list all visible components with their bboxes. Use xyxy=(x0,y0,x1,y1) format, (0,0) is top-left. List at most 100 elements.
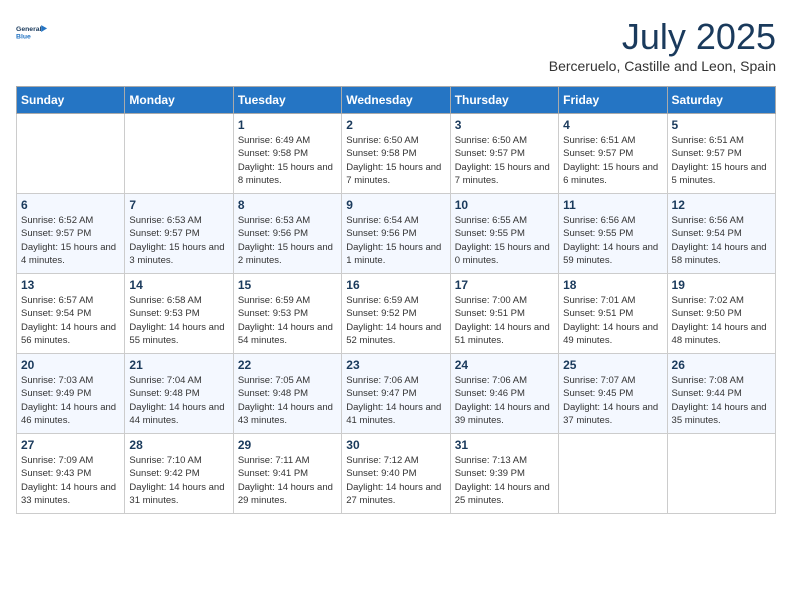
day-number: 30 xyxy=(346,438,445,452)
day-number: 20 xyxy=(21,358,120,372)
day-info: Sunrise: 7:06 AM Sunset: 9:46 PM Dayligh… xyxy=(455,374,554,427)
day-cell: 1 Sunrise: 6:49 AM Sunset: 9:58 PM Daylig… xyxy=(233,114,341,194)
day-info: Sunrise: 6:50 AM Sunset: 9:57 PM Dayligh… xyxy=(455,134,554,187)
day-number: 26 xyxy=(672,358,771,372)
day-number: 18 xyxy=(563,278,662,292)
day-cell: 26 Sunrise: 7:08 AM Sunset: 9:44 PM Dayli… xyxy=(667,354,775,434)
week-row-3: 13Sunrise: 6:57 AM Sunset: 9:54 PM Dayli… xyxy=(17,274,776,354)
day-cell: 30 Sunrise: 7:12 AM Sunset: 9:40 PM Dayli… xyxy=(342,434,450,514)
day-cell: 13Sunrise: 6:57 AM Sunset: 9:54 PM Dayli… xyxy=(17,274,125,354)
day-cell: 6Sunrise: 6:52 AM Sunset: 9:57 PM Daylig… xyxy=(17,194,125,274)
day-cell: 21 Sunrise: 7:04 AM Sunset: 9:48 PM Dayli… xyxy=(125,354,233,434)
day-info: Sunrise: 6:59 AM Sunset: 9:52 PM Dayligh… xyxy=(346,294,445,347)
day-cell: 22 Sunrise: 7:05 AM Sunset: 9:48 PM Dayli… xyxy=(233,354,341,434)
day-cell: 10 Sunrise: 6:55 AM Sunset: 9:55 PM Dayli… xyxy=(450,194,558,274)
day-info: Sunrise: 6:55 AM Sunset: 9:55 PM Dayligh… xyxy=(455,214,554,267)
day-info: Sunrise: 7:04 AM Sunset: 9:48 PM Dayligh… xyxy=(129,374,228,427)
day-info: Sunrise: 6:49 AM Sunset: 9:58 PM Dayligh… xyxy=(238,134,337,187)
col-header-thursday: Thursday xyxy=(450,87,558,114)
day-number: 8 xyxy=(238,198,337,212)
day-info: Sunrise: 7:08 AM Sunset: 9:44 PM Dayligh… xyxy=(672,374,771,427)
day-number: 3 xyxy=(455,118,554,132)
day-info: Sunrise: 6:50 AM Sunset: 9:58 PM Dayligh… xyxy=(346,134,445,187)
day-number: 17 xyxy=(455,278,554,292)
day-info: Sunrise: 7:00 AM Sunset: 9:51 PM Dayligh… xyxy=(455,294,554,347)
day-number: 25 xyxy=(563,358,662,372)
day-cell: 24 Sunrise: 7:06 AM Sunset: 9:46 PM Dayli… xyxy=(450,354,558,434)
day-number: 31 xyxy=(455,438,554,452)
day-info: Sunrise: 7:09 AM Sunset: 9:43 PM Dayligh… xyxy=(21,454,120,507)
day-info: Sunrise: 7:05 AM Sunset: 9:48 PM Dayligh… xyxy=(238,374,337,427)
day-cell: 27 Sunrise: 7:09 AM Sunset: 9:43 PM Dayli… xyxy=(17,434,125,514)
day-cell: 23 Sunrise: 7:06 AM Sunset: 9:47 PM Dayli… xyxy=(342,354,450,434)
day-number: 29 xyxy=(238,438,337,452)
week-row-4: 20 Sunrise: 7:03 AM Sunset: 9:49 PM Dayli… xyxy=(17,354,776,434)
day-number: 21 xyxy=(129,358,228,372)
day-info: Sunrise: 7:03 AM Sunset: 9:49 PM Dayligh… xyxy=(21,374,120,427)
day-cell: 2 Sunrise: 6:50 AM Sunset: 9:58 PM Daylig… xyxy=(342,114,450,194)
day-cell: 25 Sunrise: 7:07 AM Sunset: 9:45 PM Dayli… xyxy=(559,354,667,434)
week-row-5: 27 Sunrise: 7:09 AM Sunset: 9:43 PM Dayli… xyxy=(17,434,776,514)
week-row-1: 1 Sunrise: 6:49 AM Sunset: 9:58 PM Daylig… xyxy=(17,114,776,194)
day-number: 27 xyxy=(21,438,120,452)
day-number: 9 xyxy=(346,198,445,212)
day-cell: 28Sunrise: 7:10 AM Sunset: 9:42 PM Dayli… xyxy=(125,434,233,514)
logo: GeneralBlue xyxy=(16,16,48,48)
month-title: July 2025 xyxy=(549,16,776,58)
location: Berceruelo, Castille and Leon, Spain xyxy=(549,58,776,74)
day-info: Sunrise: 6:52 AM Sunset: 9:57 PM Dayligh… xyxy=(21,214,120,267)
day-info: Sunrise: 7:12 AM Sunset: 9:40 PM Dayligh… xyxy=(346,454,445,507)
calendar-table: SundayMondayTuesdayWednesdayThursdayFrid… xyxy=(16,86,776,514)
day-cell: 20 Sunrise: 7:03 AM Sunset: 9:49 PM Dayli… xyxy=(17,354,125,434)
col-header-tuesday: Tuesday xyxy=(233,87,341,114)
col-header-sunday: Sunday xyxy=(17,87,125,114)
day-cell: 7 Sunrise: 6:53 AM Sunset: 9:57 PM Daylig… xyxy=(125,194,233,274)
day-info: Sunrise: 6:51 AM Sunset: 9:57 PM Dayligh… xyxy=(672,134,771,187)
day-cell xyxy=(125,114,233,194)
day-number: 10 xyxy=(455,198,554,212)
day-number: 7 xyxy=(129,198,228,212)
header-row: SundayMondayTuesdayWednesdayThursdayFrid… xyxy=(17,87,776,114)
day-number: 1 xyxy=(238,118,337,132)
day-cell: 16 Sunrise: 6:59 AM Sunset: 9:52 PM Dayli… xyxy=(342,274,450,354)
day-info: Sunrise: 6:53 AM Sunset: 9:57 PM Dayligh… xyxy=(129,214,228,267)
col-header-friday: Friday xyxy=(559,87,667,114)
day-info: Sunrise: 7:02 AM Sunset: 9:50 PM Dayligh… xyxy=(672,294,771,347)
day-cell: 17 Sunrise: 7:00 AM Sunset: 9:51 PM Dayli… xyxy=(450,274,558,354)
day-number: 15 xyxy=(238,278,337,292)
day-number: 24 xyxy=(455,358,554,372)
day-info: Sunrise: 7:06 AM Sunset: 9:47 PM Dayligh… xyxy=(346,374,445,427)
day-info: Sunrise: 6:57 AM Sunset: 9:54 PM Dayligh… xyxy=(21,294,120,347)
day-info: Sunrise: 6:56 AM Sunset: 9:54 PM Dayligh… xyxy=(672,214,771,267)
day-number: 12 xyxy=(672,198,771,212)
day-cell: 9 Sunrise: 6:54 AM Sunset: 9:56 PM Daylig… xyxy=(342,194,450,274)
svg-text:General: General xyxy=(16,26,42,33)
day-info: Sunrise: 6:59 AM Sunset: 9:53 PM Dayligh… xyxy=(238,294,337,347)
day-number: 2 xyxy=(346,118,445,132)
day-number: 4 xyxy=(563,118,662,132)
day-cell: 14Sunrise: 6:58 AM Sunset: 9:53 PM Dayli… xyxy=(125,274,233,354)
col-header-saturday: Saturday xyxy=(667,87,775,114)
day-number: 23 xyxy=(346,358,445,372)
day-info: Sunrise: 6:56 AM Sunset: 9:55 PM Dayligh… xyxy=(563,214,662,267)
day-cell: 15 Sunrise: 6:59 AM Sunset: 9:53 PM Dayli… xyxy=(233,274,341,354)
day-cell: 8Sunrise: 6:53 AM Sunset: 9:56 PM Daylig… xyxy=(233,194,341,274)
day-cell: 4 Sunrise: 6:51 AM Sunset: 9:57 PM Daylig… xyxy=(559,114,667,194)
day-info: Sunrise: 6:54 AM Sunset: 9:56 PM Dayligh… xyxy=(346,214,445,267)
day-info: Sunrise: 6:51 AM Sunset: 9:57 PM Dayligh… xyxy=(563,134,662,187)
day-number: 22 xyxy=(238,358,337,372)
day-cell xyxy=(559,434,667,514)
title-section: July 2025 Berceruelo, Castille and Leon,… xyxy=(549,16,776,74)
page-header: GeneralBlue July 2025 Berceruelo, Castil… xyxy=(16,16,776,74)
day-info: Sunrise: 7:13 AM Sunset: 9:39 PM Dayligh… xyxy=(455,454,554,507)
logo-icon: GeneralBlue xyxy=(16,16,48,48)
day-cell: 12 Sunrise: 6:56 AM Sunset: 9:54 PM Dayli… xyxy=(667,194,775,274)
svg-text:Blue: Blue xyxy=(16,33,31,40)
day-number: 5 xyxy=(672,118,771,132)
day-info: Sunrise: 7:07 AM Sunset: 9:45 PM Dayligh… xyxy=(563,374,662,427)
day-cell: 31 Sunrise: 7:13 AM Sunset: 9:39 PM Dayli… xyxy=(450,434,558,514)
day-cell xyxy=(17,114,125,194)
day-cell: 29Sunrise: 7:11 AM Sunset: 9:41 PM Dayli… xyxy=(233,434,341,514)
week-row-2: 6Sunrise: 6:52 AM Sunset: 9:57 PM Daylig… xyxy=(17,194,776,274)
day-number: 16 xyxy=(346,278,445,292)
